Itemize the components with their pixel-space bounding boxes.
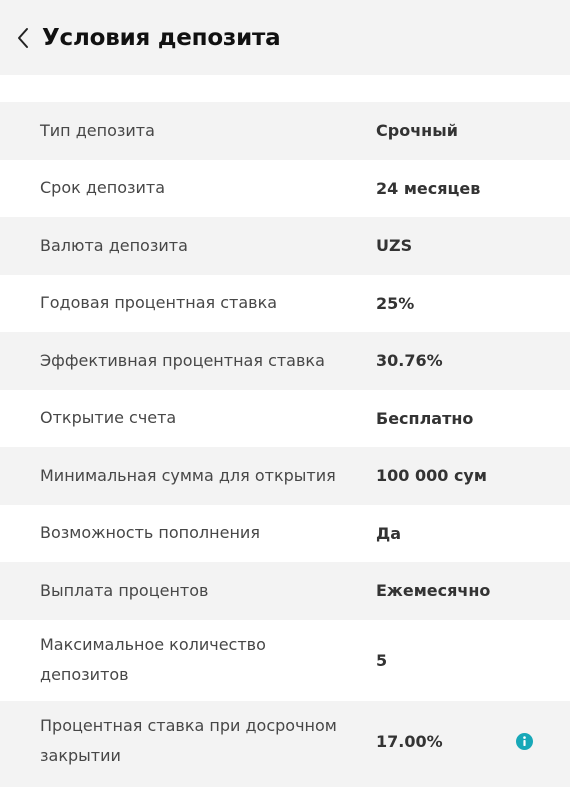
- back-button[interactable]: [12, 23, 34, 53]
- term-value: 25%: [376, 293, 415, 313]
- term-value: Срочный: [376, 121, 458, 141]
- term-label: Годовая процентная ставка: [40, 293, 278, 313]
- term-row-effective-rate: Эффективная процентная ставка 30.76%: [0, 332, 570, 390]
- term-row-account-opening: Открытие счета Бесплатно: [0, 389, 570, 447]
- term-row-annual-rate: Годовая процентная ставка 25%: [0, 274, 570, 332]
- deposit-terms-list: Тип депозита Срочный Срок депозита 24 ме…: [0, 102, 570, 782]
- term-value: 5: [376, 650, 388, 670]
- chevron-left-icon: [18, 27, 28, 48]
- term-value: 100 000 сум: [376, 466, 487, 486]
- section-spacer: [0, 75, 570, 102]
- header: Условия депозита: [0, 0, 570, 75]
- term-label: Срок депозита: [40, 178, 166, 198]
- term-row-interest-payout: Выплата процентов Ежемесячно: [0, 562, 570, 620]
- term-row-min-amount: Минимальная сумма для открытия 100 000 с…: [0, 447, 570, 505]
- info-glyph-icon: [523, 735, 526, 746]
- term-value: Ежемесячно: [376, 581, 491, 601]
- term-label: Минимальная сумма для открытия: [40, 465, 336, 485]
- term-value: Да: [376, 523, 402, 543]
- term-row-deposit-type: Тип депозита Срочный: [0, 102, 570, 160]
- term-row-currency: Валюта депозита UZS: [0, 217, 570, 275]
- term-label: Эффективная процентная ставка: [40, 350, 325, 370]
- term-label: Максимальное количество депозитов: [40, 635, 266, 684]
- term-row-topup: Возможность пополнения Да: [0, 504, 570, 562]
- term-value: 24 месяцев: [376, 178, 481, 198]
- term-row-early-closure-rate: Процентная ставка при досрочном закрытии…: [0, 700, 570, 782]
- term-label: Тип депозита: [40, 120, 155, 140]
- term-label: Возможность пополнения: [40, 523, 260, 543]
- term-row-deposit-term: Срок депозита 24 месяцев: [0, 159, 570, 217]
- term-value: 17.00%: [376, 731, 443, 751]
- term-value: Бесплатно: [376, 408, 474, 428]
- info-cell: [516, 732, 570, 750]
- term-label: Открытие счета: [40, 408, 177, 428]
- term-label: Выплата процентов: [40, 580, 209, 600]
- term-row-max-deposits: Максимальное количество депозитов 5: [0, 619, 570, 701]
- term-value: 30.76%: [376, 351, 443, 371]
- term-value: UZS: [376, 236, 413, 256]
- page-title: Условия депозита: [42, 24, 281, 51]
- term-label: Процентная ставка при досрочном закрытии: [40, 716, 337, 765]
- term-label: Валюта депозита: [40, 235, 188, 255]
- info-icon[interactable]: [516, 732, 533, 750]
